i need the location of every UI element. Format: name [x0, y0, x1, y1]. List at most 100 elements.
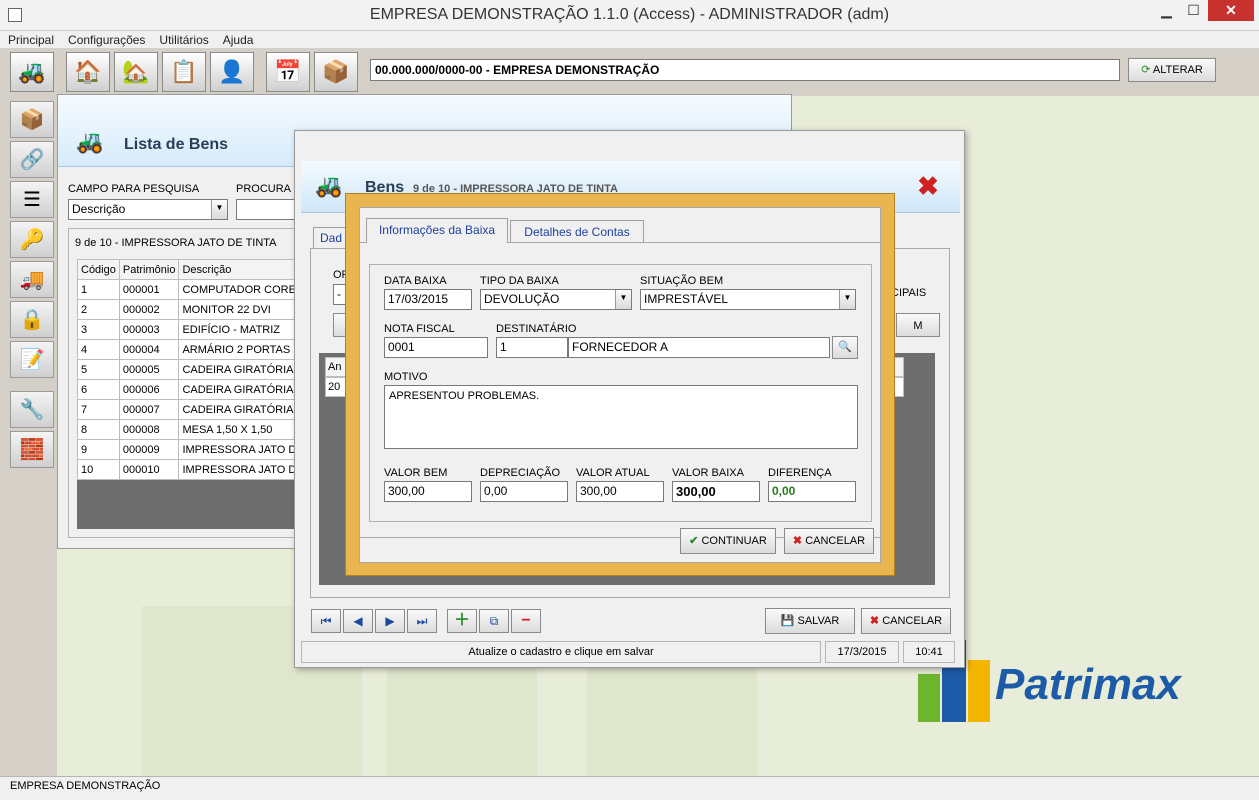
- column-header[interactable]: Patrimônio: [118, 259, 180, 280]
- valor-baixa-input[interactable]: 300,00: [672, 481, 760, 502]
- bens-status-message: Atualize o cadastro e clique em salvar: [301, 641, 821, 663]
- table-row[interactable]: 2 000002 MONITOR 22 DVI: [77, 299, 308, 320]
- remove-icon[interactable]: −: [511, 609, 541, 633]
- table-row[interactable]: 1 000001 COMPUTADOR CORE: [77, 279, 308, 300]
- table-header-row: Código Patrimônio Descrição: [77, 259, 308, 280]
- nota-fiscal-input[interactable]: 0001: [384, 337, 488, 358]
- table-row[interactable]: 4 000004 ARMÁRIO 2 PORTAS: [77, 339, 308, 360]
- truck-icon[interactable]: 🚚: [10, 261, 54, 298]
- first-record-button[interactable]: ⏮: [311, 609, 341, 633]
- valor-baixa-label: VALOR BAIXA: [672, 467, 744, 479]
- clipboard-icon[interactable]: 📋: [162, 52, 206, 92]
- valor-bem-input[interactable]: 300,00: [384, 481, 472, 502]
- destinatario-codigo-input[interactable]: 1: [496, 337, 568, 358]
- calendar-icon[interactable]: 📅: [266, 52, 310, 92]
- copy-icon[interactable]: ⧉: [479, 609, 509, 633]
- diferenca-label: DIFERENÇA: [768, 467, 832, 479]
- tools-icon[interactable]: 🔧: [10, 391, 54, 428]
- destinatario-label: DESTINATÁRIO: [496, 323, 577, 335]
- tipo-baixa-label: TIPO DA BAIXA: [480, 275, 559, 287]
- bens-status-time: 10:41: [903, 641, 955, 663]
- tipo-baixa-select[interactable]: DEVOLUÇÃO ▼: [480, 289, 632, 310]
- valor-atual-label: VALOR ATUAL: [576, 467, 650, 479]
- nota-fiscal-label: NOTA FISCAL: [384, 323, 455, 335]
- salvar-label: SALVAR: [797, 615, 840, 627]
- procura-label: PROCURA P: [236, 183, 301, 195]
- column-header[interactable]: Código: [77, 259, 120, 280]
- continuar-button[interactable]: ✔ CONTINUAR: [680, 528, 776, 554]
- chevron-down-icon[interactable]: ▼: [211, 200, 227, 219]
- list-tree-icon[interactable]: ☰: [10, 181, 54, 218]
- diferenca-input[interactable]: 0,00: [768, 481, 856, 502]
- valor-bem-label: VALOR BEM: [384, 467, 448, 479]
- action-button-partial[interactable]: M: [896, 313, 940, 337]
- menu-ajuda[interactable]: Ajuda: [215, 31, 260, 47]
- forklift-icon: 🚜: [315, 173, 343, 198]
- menu-principal[interactable]: Principal: [0, 31, 60, 47]
- close-button[interactable]: ✕: [1208, 0, 1254, 21]
- principais-label-partial: CIPAIS: [891, 287, 927, 299]
- cancelar-baixa-button[interactable]: ✖ CANCELAR: [784, 528, 874, 554]
- table-row[interactable]: 9 000009 IMPRESSORA JATO DE: [77, 439, 308, 460]
- table-row[interactable]: 6 000006 CADEIRA GIRATÓRIA: [77, 379, 308, 400]
- bens-status-date: 17/3/2015: [825, 641, 899, 663]
- table-row[interactable]: 3 000003 EDIFÍCIO - MATRIZ: [77, 319, 308, 340]
- forklift-icon[interactable]: 🚜: [10, 52, 54, 92]
- situacao-bem-label: SITUAÇÃO BEM: [640, 275, 724, 287]
- wall-icon[interactable]: 🧱: [10, 431, 54, 468]
- campo-pesquisa-select[interactable]: Descrição ▼: [68, 199, 228, 220]
- motivo-textarea[interactable]: APRESENTOU PROBLEMAS.: [384, 385, 858, 449]
- tab-detalhes-contas[interactable]: Detalhes de Contas: [510, 220, 644, 243]
- previous-record-button[interactable]: ◀: [343, 609, 373, 633]
- title-bar: EMPRESA DEMONSTRAÇÃO 1.1.0 (Access) - AD…: [0, 0, 1259, 31]
- destinatario-nome-input[interactable]: FORNECEDOR A: [568, 337, 830, 358]
- document-pen-icon[interactable]: 📝: [10, 341, 54, 378]
- lock-icon[interactable]: 🔒: [10, 301, 54, 338]
- x-icon: ✖: [792, 535, 803, 547]
- alterar-button[interactable]: ⟳ ALTERAR: [1128, 58, 1216, 82]
- status-bar: EMPRESA DEMONSTRAÇÃO: [0, 776, 1259, 800]
- close-icon[interactable]: ✖: [915, 173, 941, 199]
- refresh-icon: ⟳: [1141, 64, 1151, 76]
- tab-informacoes-baixa[interactable]: Informações da Baixa: [366, 218, 508, 243]
- valor-atual-input[interactable]: 300,00: [576, 481, 664, 502]
- house-icon[interactable]: 🏠: [66, 52, 110, 92]
- chevron-down-icon[interactable]: ▼: [839, 290, 855, 309]
- chevron-down-icon[interactable]: ▼: [615, 290, 631, 309]
- data-baixa-input[interactable]: 17/03/2015: [384, 289, 472, 310]
- search-icon[interactable]: 🔍: [832, 336, 858, 359]
- procura-input[interactable]: [236, 199, 296, 220]
- cancelar-bens-button[interactable]: ✖ CANCELAR: [861, 608, 951, 634]
- table-row[interactable]: 7 000007 CADEIRA GIRATÓRIA: [77, 399, 308, 420]
- tipo-baixa-value: DEVOLUÇÃO: [484, 292, 560, 306]
- keys-icon[interactable]: 🔑: [10, 221, 54, 258]
- depreciacao-input[interactable]: 0,00: [480, 481, 568, 502]
- company-field[interactable]: 00.000.000/0000-00 - EMPRESA DEMONSTRAÇÃ…: [370, 59, 1120, 81]
- user-icon[interactable]: 👤: [210, 52, 254, 92]
- minimize-button[interactable]: ▁: [1153, 0, 1180, 21]
- next-record-button[interactable]: ▶: [375, 609, 405, 633]
- alterar-label: ALTERAR: [1152, 64, 1203, 76]
- column-header[interactable]: Descrição: [178, 259, 308, 280]
- salvar-button[interactable]: 💾 SALVAR: [765, 608, 855, 634]
- org-chart-icon[interactable]: 🔗: [10, 141, 54, 178]
- table-row[interactable]: 8 000008 MESA 1,50 X 1,50: [77, 419, 308, 440]
- box-icon[interactable]: 📦: [10, 101, 54, 138]
- last-record-button[interactable]: ⏭: [407, 609, 437, 633]
- situacao-bem-select[interactable]: IMPRESTÁVEL ▼: [640, 289, 856, 310]
- menu-utilitarios[interactable]: Utilitários: [151, 31, 214, 47]
- box-icon[interactable]: 📦: [314, 52, 358, 92]
- check-icon: ✔: [689, 535, 699, 547]
- maximize-button[interactable]: ☐: [1180, 0, 1207, 21]
- table-row[interactable]: 10 000010 IMPRESSORA JATO DE: [77, 459, 308, 480]
- baixa-modal: Informações da Baixa Detalhes de Contas …: [345, 193, 895, 576]
- campo-pesquisa-label: CAMPO PARA PESQUISA: [68, 183, 200, 195]
- situacao-bem-value: IMPRESTÁVEL: [644, 292, 729, 306]
- menu-configuracoes[interactable]: Configurações: [60, 31, 151, 47]
- home-icon[interactable]: 🏡: [114, 52, 158, 92]
- tab-dados[interactable]: Dad: [313, 227, 350, 249]
- lista-title: Lista de Bens: [124, 136, 229, 153]
- add-icon[interactable]: ＋: [447, 609, 477, 633]
- table-row[interactable]: 5 000005 CADEIRA GIRATÓRIA: [77, 359, 308, 380]
- cancelar-baixa-label: CANCELAR: [805, 535, 866, 547]
